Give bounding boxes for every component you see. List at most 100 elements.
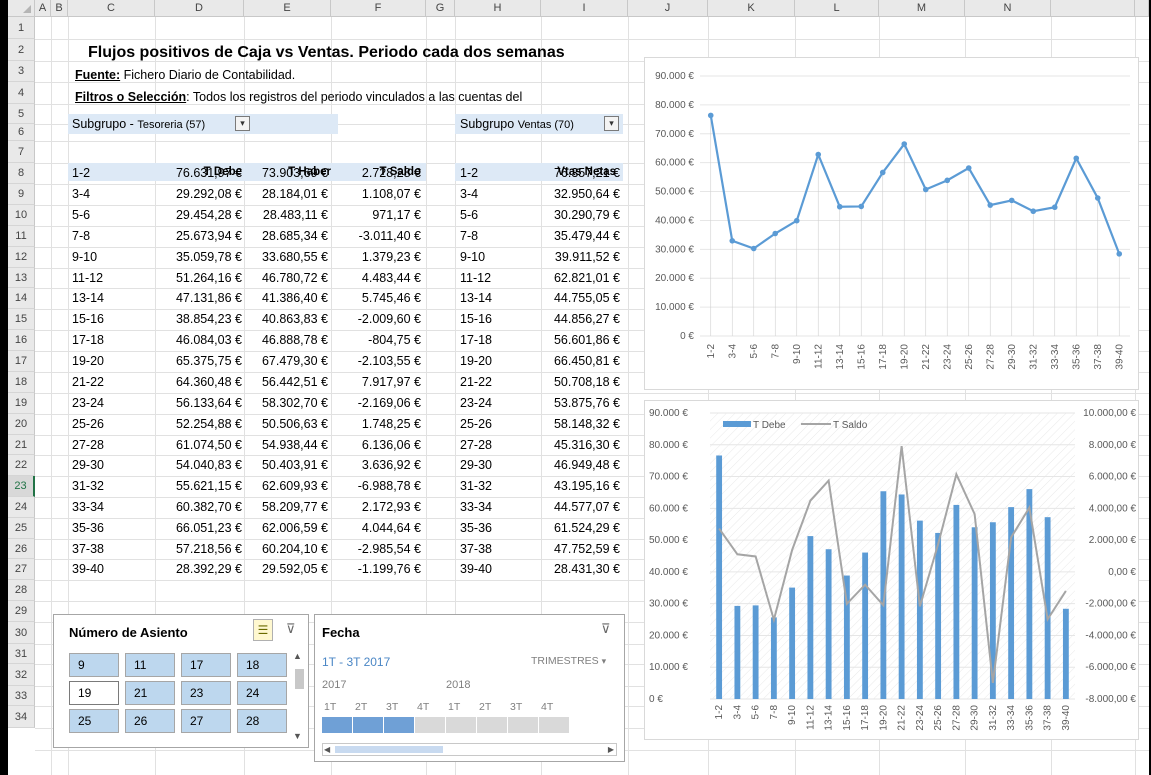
table2-cell-v[interactable]: 44.577,07 €	[528, 498, 620, 516]
row-header-12[interactable]: 12	[8, 247, 35, 268]
scroll-down-icon[interactable]: ▼	[293, 731, 302, 741]
table1-cell-p[interactable]: 33-34	[72, 498, 152, 516]
table1-cell-s[interactable]: 4.044,64 €	[331, 519, 421, 537]
row-header-30[interactable]: 30	[8, 622, 35, 644]
column-header-blank[interactable]	[1135, 0, 1149, 17]
column-header-d[interactable]: D	[155, 0, 244, 17]
timeline-quarter-cell[interactable]	[415, 717, 445, 733]
table2-cell-v[interactable]: 46.949,48 €	[528, 456, 620, 474]
slicer-item-26[interactable]: 26	[125, 709, 175, 733]
table1-cell-h[interactable]: 46.888,78 €	[244, 331, 328, 349]
table2-cell-p[interactable]: 25-26	[460, 415, 530, 433]
row-header-18[interactable]: 18	[8, 372, 35, 393]
table1-cell-s[interactable]: -6.988,78 €	[331, 477, 421, 495]
table1-cell-s[interactable]: 1.748,25 €	[331, 415, 421, 433]
table2-cell-v[interactable]: 32.950,64 €	[528, 185, 620, 203]
row-header-4[interactable]: 4	[8, 82, 35, 104]
column-header-k[interactable]: K	[708, 0, 795, 17]
table1-cell-p[interactable]: 9-10	[72, 248, 152, 266]
table1-cell-p[interactable]: 35-36	[72, 519, 152, 537]
slicer-scrollbar[interactable]: ▲ ▼	[293, 651, 305, 747]
row-header-15[interactable]: 15	[8, 309, 35, 330]
table2-cell-p[interactable]: 3-4	[460, 185, 530, 203]
table1-cell-d[interactable]: 60.382,70 €	[156, 498, 242, 516]
table2-cell-p[interactable]: 27-28	[460, 436, 530, 454]
table1-cell-h[interactable]: 41.386,40 €	[244, 289, 328, 307]
table2-cell-p[interactable]: 7-8	[460, 227, 530, 245]
table1-cell-d[interactable]: 35.059,78 €	[156, 248, 242, 266]
table1-cell-d[interactable]: 28.392,29 €	[156, 560, 242, 578]
table1-cell-s[interactable]: 3.636,92 €	[331, 456, 421, 474]
column-header-i[interactable]: I	[541, 0, 628, 17]
table1-cell-h[interactable]: 62.006,59 €	[244, 519, 328, 537]
table2-cell-v[interactable]: 39.911,52 €	[528, 248, 620, 266]
table1-cell-p[interactable]: 19-20	[72, 352, 152, 370]
row-header-28[interactable]: 28	[8, 580, 35, 601]
row-header-1[interactable]: 1	[8, 17, 35, 39]
column-header-l[interactable]: L	[795, 0, 879, 17]
timeline-level-dropdown[interactable]: TRIMESTRES ▾	[531, 655, 606, 667]
timeline-quarter-cell[interactable]	[477, 717, 507, 733]
row-header-11[interactable]: 11	[8, 226, 35, 247]
timeline-quarter-cell[interactable]	[508, 717, 538, 733]
table2-cell-p[interactable]: 35-36	[460, 519, 530, 537]
row-header-21[interactable]: 21	[8, 435, 35, 455]
table1-cell-d[interactable]: 55.621,15 €	[156, 477, 242, 495]
table2-cell-v[interactable]: 58.148,32 €	[528, 415, 620, 433]
table1-cell-d[interactable]: 47.131,86 €	[156, 289, 242, 307]
slicer-item-17[interactable]: 17	[181, 653, 231, 677]
table2-cell-p[interactable]: 31-32	[460, 477, 530, 495]
column-header-f[interactable]: F	[331, 0, 426, 17]
table1-cell-d[interactable]: 46.084,03 €	[156, 331, 242, 349]
table2-cell-v[interactable]: 28.431,30 €	[528, 560, 620, 578]
column-header-j[interactable]: J	[628, 0, 708, 17]
clear-filter-icon[interactable]: ⊽	[286, 621, 302, 639]
table2-cell-v[interactable]: 66.450,81 €	[528, 352, 620, 370]
table2-cell-v[interactable]: 44.856,27 €	[528, 310, 620, 328]
scroll-thumb[interactable]	[295, 669, 304, 689]
table2-cell-p[interactable]: 23-24	[460, 394, 530, 412]
line-chart-ventas[interactable]: 0 € 10.000 € 20.000 € 30.000 € 40.000 € 50.00…	[644, 57, 1139, 390]
row-header-3[interactable]: 3	[8, 61, 35, 82]
multi-select-icon[interactable]: ☰	[253, 619, 273, 641]
table2-cell-v[interactable]: 45.316,30 €	[528, 436, 620, 454]
combo-chart-tesoreria[interactable]: 0 € 10.000 € 20.000 € 30.000 € 40.000 € 50.00…	[644, 400, 1139, 740]
table1-cell-h[interactable]: 28.483,11 €	[244, 206, 328, 224]
table1-cell-d[interactable]: 66.051,23 €	[156, 519, 242, 537]
table2-cell-v[interactable]: 53.875,76 €	[528, 394, 620, 412]
row-header-2[interactable]: 2	[8, 39, 35, 61]
table1-cell-s[interactable]: -1.199,76 €	[331, 560, 421, 578]
row-header-7[interactable]: 7	[8, 141, 35, 163]
table1-cell-s[interactable]: 2.172,93 €	[331, 498, 421, 516]
table1-cell-p[interactable]: 13-14	[72, 289, 152, 307]
table1-cell-h[interactable]: 62.609,93 €	[244, 477, 328, 495]
table1-cell-d[interactable]: 29.454,28 €	[156, 206, 242, 224]
table1-cell-d[interactable]: 57.218,56 €	[156, 540, 242, 558]
table2-cell-v[interactable]: 43.195,16 €	[528, 477, 620, 495]
table1-cell-h[interactable]: 73.903,69 €	[244, 164, 328, 182]
table1-cell-p[interactable]: 11-12	[72, 269, 152, 287]
table1-cell-s[interactable]: -3.011,40 €	[331, 227, 421, 245]
table1-cell-s[interactable]: -2.103,55 €	[331, 352, 421, 370]
table2-cell-v[interactable]: 62.821,01 €	[528, 269, 620, 287]
timeline-scroll-thumb[interactable]	[335, 746, 443, 753]
table1-cell-h[interactable]: 46.780,72 €	[244, 269, 328, 287]
table1-cell-p[interactable]: 7-8	[72, 227, 152, 245]
subgroup2-filter-icon[interactable]: ▾	[604, 116, 619, 131]
table1-cell-d[interactable]: 29.292,08 €	[156, 185, 242, 203]
row-header-13[interactable]: 13	[8, 268, 35, 288]
table2-cell-v[interactable]: 44.755,05 €	[528, 289, 620, 307]
table2-cell-p[interactable]: 21-22	[460, 373, 530, 391]
table2-cell-p[interactable]: 1-2	[460, 164, 530, 182]
table1-cell-h[interactable]: 58.209,77 €	[244, 498, 328, 516]
table1-cell-d[interactable]: 56.133,64 €	[156, 394, 242, 412]
table1-cell-s[interactable]: -804,75 €	[331, 331, 421, 349]
table1-cell-p[interactable]: 31-32	[72, 477, 152, 495]
row-header-19[interactable]: 19	[8, 393, 35, 414]
table1-cell-s[interactable]: 2.728,28 €	[331, 164, 421, 182]
table1-cell-s[interactable]: 1.379,23 €	[331, 248, 421, 266]
table1-cell-d[interactable]: 52.254,88 €	[156, 415, 242, 433]
slicer-item-21[interactable]: 21	[125, 681, 175, 705]
table1-cell-p[interactable]: 25-26	[72, 415, 152, 433]
table1-cell-h[interactable]: 33.680,55 €	[244, 248, 328, 266]
